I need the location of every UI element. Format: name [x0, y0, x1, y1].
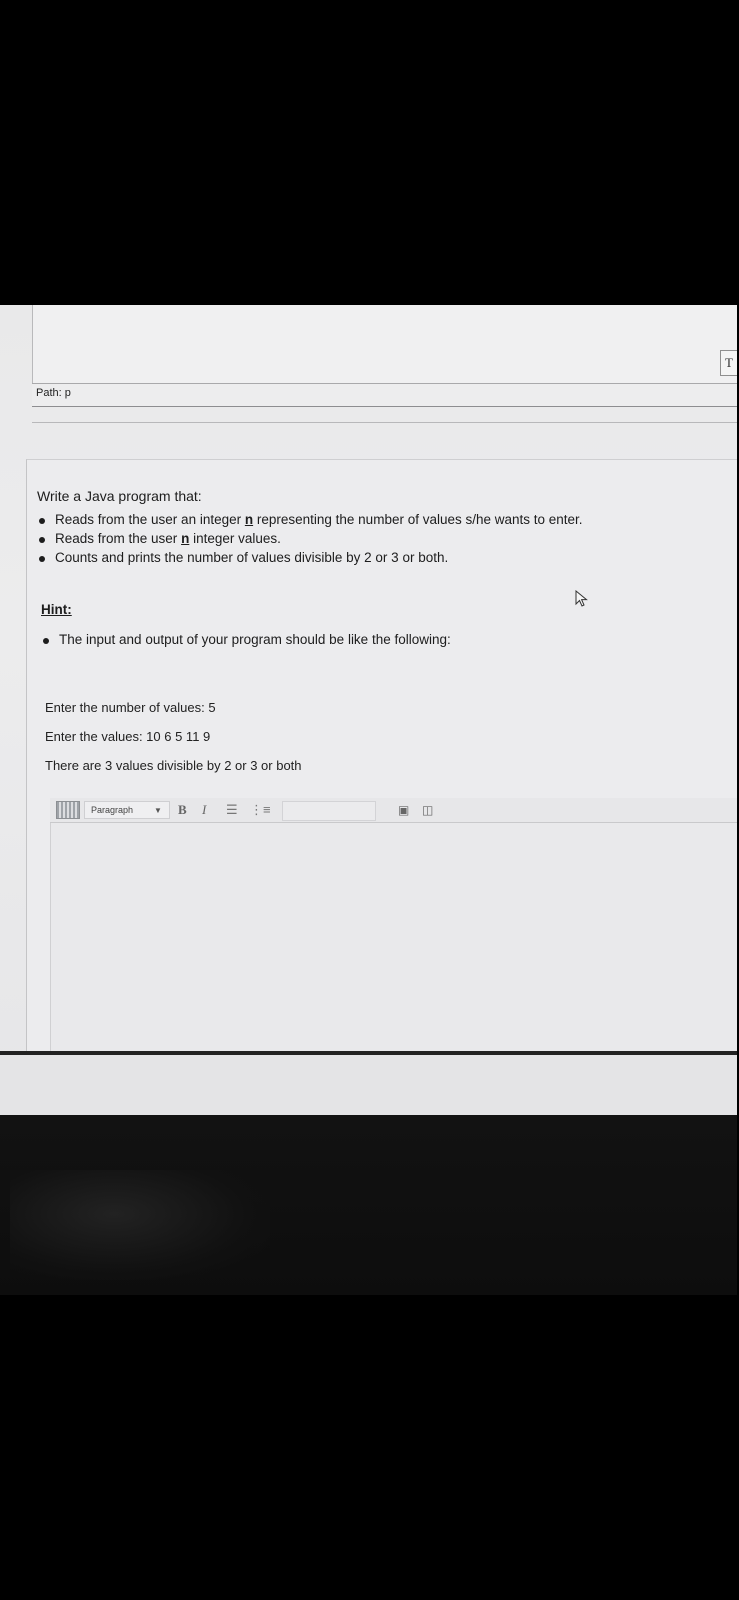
- list-item: Reads from the user an integer n represe…: [37, 512, 583, 527]
- screen-bottom: [0, 1055, 737, 1115]
- editor-toolbar: Paragraph ▼ B I ☰ ⋮≡ ▣ ◫: [50, 798, 737, 823]
- answer-editor[interactable]: [50, 823, 737, 1051]
- sample-line: There are 3 values divisible by 2 or 3 o…: [45, 758, 302, 773]
- hint-list: The input and output of your program sho…: [41, 632, 451, 647]
- variable-n: n: [244, 512, 254, 527]
- list-item-text: Counts and prints the number of values d…: [55, 550, 449, 565]
- desk-shadow: [10, 1170, 270, 1280]
- divider: [32, 422, 737, 423]
- list-item-text: Reads from the user an integer: [55, 512, 245, 527]
- table-icon[interactable]: [56, 801, 80, 819]
- list-item: Counts and prints the number of values d…: [37, 550, 583, 565]
- question-title: Write a Java program that:: [37, 488, 202, 504]
- list-item-text: Reads from the user: [55, 531, 182, 546]
- italic-button[interactable]: I: [202, 801, 206, 819]
- editor-status-bar: Path: p: [32, 383, 737, 407]
- cursor-icon: [575, 590, 588, 607]
- numbered-list-icon[interactable]: ⋮≡: [250, 801, 271, 819]
- side-button[interactable]: T: [720, 350, 737, 376]
- bold-button[interactable]: B: [178, 801, 187, 819]
- format-select-value: Paragraph: [91, 805, 134, 815]
- list-item-text: integer values.: [189, 531, 281, 546]
- image-icon[interactable]: ▣: [398, 801, 409, 819]
- chevron-down-icon[interactable]: ▼: [154, 801, 162, 819]
- hint-heading: Hint:: [41, 602, 72, 617]
- list-item-text: representing the number of values s/he w…: [253, 512, 583, 527]
- requirements-list: Reads from the user an integer n represe…: [37, 512, 583, 569]
- monitor-screen: Path: p T Write a Java program that: Rea…: [0, 305, 737, 1115]
- media-icon[interactable]: ◫: [422, 801, 433, 819]
- sample-line: Enter the number of values: 5: [45, 700, 216, 715]
- sample-io: Enter the number of values: 5 Enter the …: [45, 700, 302, 787]
- toolbar-group: [282, 801, 376, 821]
- list-item: Reads from the user n integer values.: [37, 531, 583, 546]
- bullet-list-icon[interactable]: ☰: [226, 801, 238, 819]
- sample-line: Enter the values: 10 6 5 11 9: [45, 729, 211, 744]
- path-label: Path: p: [36, 387, 71, 399]
- list-item: The input and output of your program sho…: [41, 632, 451, 647]
